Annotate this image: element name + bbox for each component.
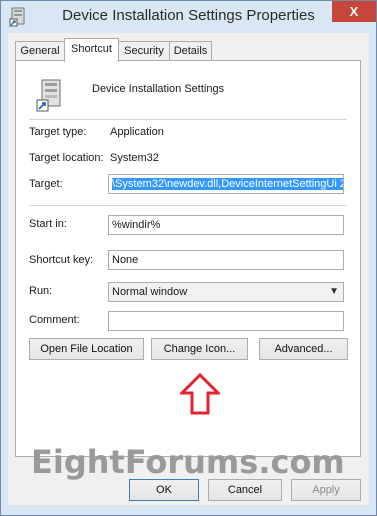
tab-details[interactable]: Details (169, 41, 212, 61)
properties-window: Device Installation Settings Properties … (0, 0, 377, 516)
red-up-arrow-icon (180, 373, 220, 415)
watermark-logo: EightForums.com (31, 443, 345, 481)
comment-input[interactable] (108, 311, 344, 331)
run-select[interactable]: Normal window ▼ (108, 282, 344, 302)
tab-security[interactable]: Security (118, 41, 170, 61)
start-in-label: Start in: (29, 218, 67, 230)
change-icon-button[interactable]: Change Icon... (151, 338, 248, 360)
shortcut-key-input[interactable]: None (108, 250, 344, 270)
tab-shortcut[interactable]: Shortcut (64, 38, 119, 62)
shortcut-key-label: Shortcut key: (29, 254, 94, 266)
close-button[interactable]: X (332, 1, 376, 22)
target-input-text: \System32\newdev.dll,DeviceInternetSetti… (112, 178, 344, 190)
title-bar[interactable]: Device Installation Settings Properties … (1, 1, 376, 33)
dialog-body: General Shortcut Security Details Device… (8, 33, 369, 505)
target-location-label: Target location: (29, 152, 104, 164)
cancel-button[interactable]: Cancel (208, 479, 282, 501)
run-label: Run: (29, 285, 53, 297)
ok-button[interactable]: OK (129, 479, 199, 501)
target-type-label: Target type: (29, 126, 87, 138)
divider (29, 205, 347, 206)
advanced-button[interactable]: Advanced... (259, 338, 348, 360)
apply-button[interactable]: Apply (291, 479, 361, 501)
open-file-location-button[interactable]: Open File Location (29, 338, 144, 360)
target-label: Target: (29, 178, 63, 190)
shortcut-file-icon (36, 79, 61, 112)
target-input[interactable]: \System32\newdev.dll,DeviceInternetSetti… (108, 174, 344, 194)
window-title: Device Installation Settings Properties (62, 7, 315, 24)
run-select-value: Normal window (112, 286, 188, 298)
target-location-value: System32 (110, 152, 159, 164)
target-type-value: Application (110, 126, 164, 138)
shortcut-name: Device Installation Settings (92, 83, 225, 95)
tab-general[interactable]: General (15, 41, 65, 61)
start-in-input[interactable]: %windir% (108, 215, 344, 235)
chevron-down-icon[interactable]: ▼ (329, 285, 339, 298)
comment-label: Comment: (29, 314, 80, 326)
divider (29, 119, 347, 120)
